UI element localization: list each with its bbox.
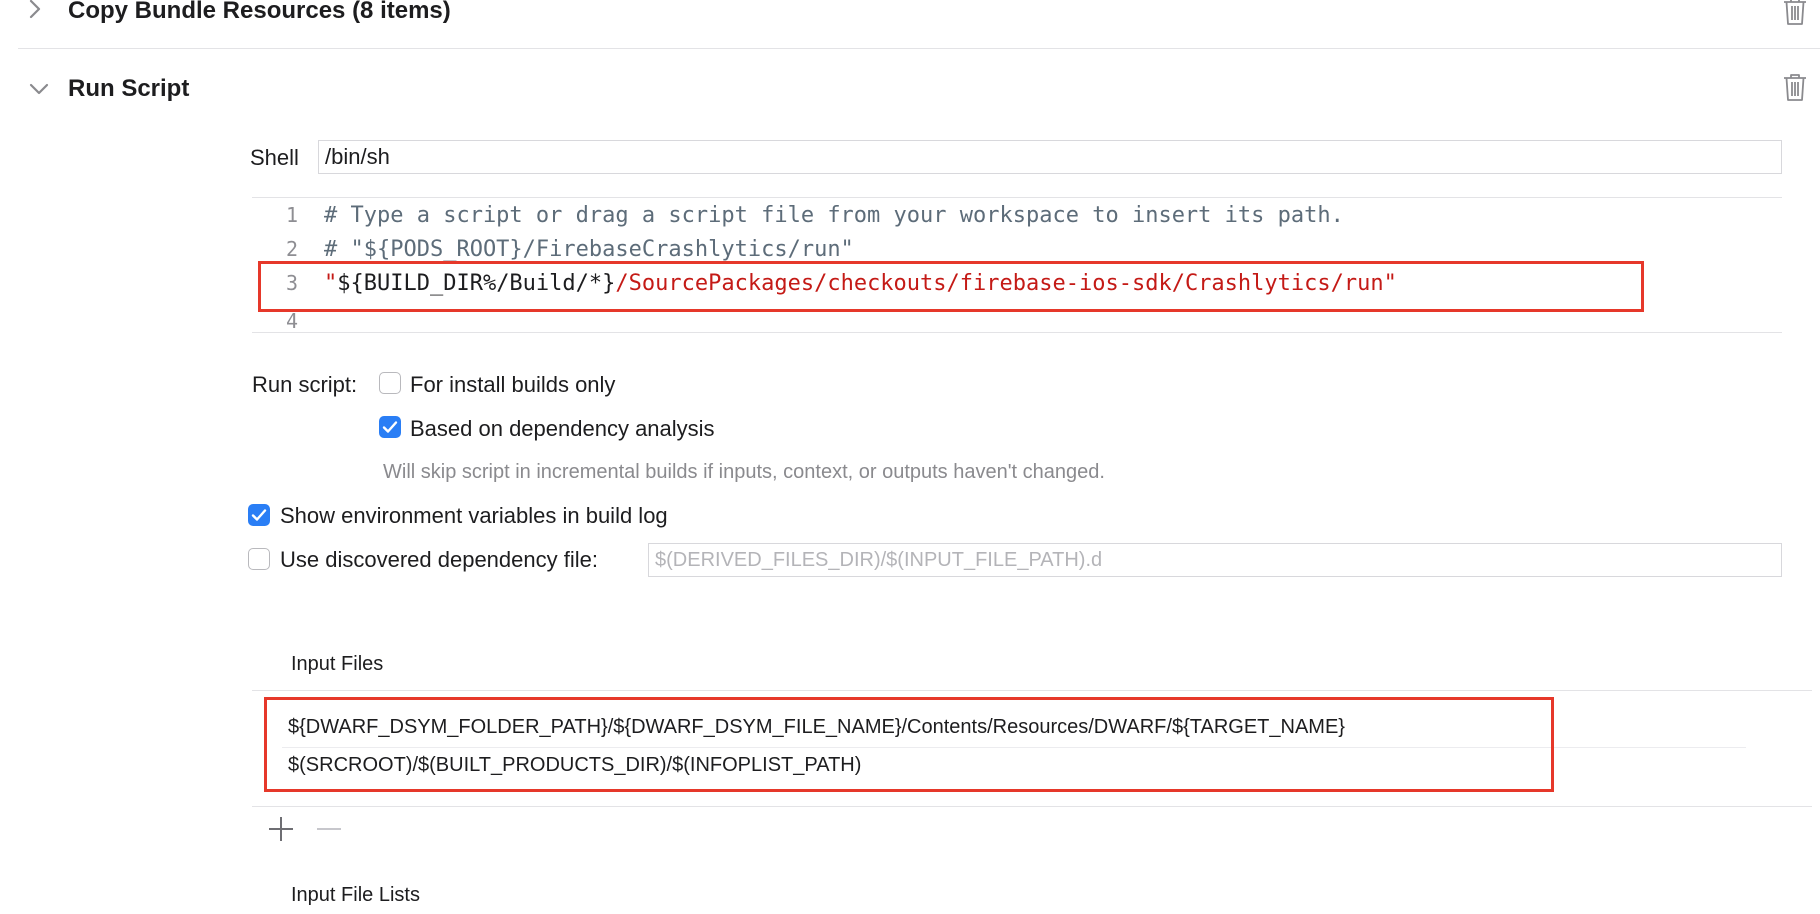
line-number: 4	[285, 309, 298, 328]
shell-label: Shell	[250, 145, 299, 170]
dependency-file-input[interactable]: $(DERIVED_FILES_DIR)/$(INPUT_FILE_PATH).…	[648, 543, 1782, 577]
code-line: 3 " ${BUILD_DIR%/Build/*}/SourcePackages/…	[252, 266, 1397, 300]
install-builds-only-checkbox[interactable]	[379, 372, 401, 394]
install-builds-only-label[interactable]: For install builds only	[410, 372, 615, 398]
row-divider	[282, 747, 1746, 748]
dependency-analysis-hint: Will skip script in incremental builds i…	[383, 461, 1105, 483]
show-env-vars-label[interactable]: Show environment variables in build log	[280, 503, 668, 529]
chevron-down-icon[interactable]	[22, 72, 56, 106]
code-open-quote: "	[324, 270, 338, 296]
code-line: 2 # "${PODS_ROOT}/FirebaseCrashlytics/ru…	[252, 232, 854, 266]
run-script-title[interactable]: Run Script	[68, 75, 189, 103]
input-files-bottom-border	[252, 806, 1812, 807]
dependency-analysis-checkbox[interactable]	[379, 416, 401, 438]
list-item[interactable]: $(SRCROOT)/$(BUILT_PRODUCTS_DIR)/$(INFOP…	[288, 754, 861, 777]
editor-bottom-border	[252, 332, 1782, 333]
code-line: 1 # Type a script or drag a script file …	[252, 198, 1344, 232]
copy-bundle-resources-title[interactable]: Copy Bundle Resources (8 items)	[68, 0, 451, 25]
code-comment: # "${PODS_ROOT}/FirebaseCrashlytics/run"	[324, 236, 854, 262]
input-file-lists-header: Input File Lists	[291, 884, 420, 906]
code-line: 4	[252, 300, 324, 328]
line-number: 2	[285, 237, 298, 261]
line-number: 1	[285, 203, 298, 227]
dependency-analysis-label[interactable]: Based on dependency analysis	[410, 416, 715, 442]
input-files-header: Input Files	[291, 653, 384, 675]
checkmark-icon	[251, 509, 267, 521]
code-variable: ${BUILD_DIR%/Build/*}	[337, 270, 616, 296]
shell-input[interactable]: /bin/sh	[318, 140, 1782, 174]
discovered-dep-file-checkbox[interactable]	[248, 548, 270, 570]
trash-icon[interactable]	[1778, 70, 1812, 104]
highlight-box-input-files	[264, 697, 1554, 792]
checkmark-icon	[382, 421, 398, 433]
plus-icon[interactable]	[266, 814, 296, 844]
code-comment: # Type a script or drag a script file fr…	[324, 202, 1344, 228]
script-editor[interactable]: 1 # Type a script or drag a script file …	[252, 198, 1782, 332]
run-script-options-label: Run script:	[252, 372, 358, 397]
minus-icon[interactable]	[314, 814, 344, 844]
chevron-right-icon[interactable]	[18, 0, 52, 26]
list-item[interactable]: ${DWARF_DSYM_FOLDER_PATH}/${DWARF_DSYM_F…	[288, 716, 1345, 739]
line-number: 3	[285, 271, 298, 295]
show-env-vars-checkbox[interactable]	[248, 504, 270, 526]
phase-divider	[18, 48, 1820, 49]
trash-icon[interactable]	[1778, 0, 1812, 28]
discovered-dep-file-label[interactable]: Use discovered dependency file:	[280, 547, 598, 573]
code-string: /SourcePackages/checkouts/firebase-ios-s…	[615, 270, 1397, 296]
input-files-top-border	[252, 690, 1812, 691]
